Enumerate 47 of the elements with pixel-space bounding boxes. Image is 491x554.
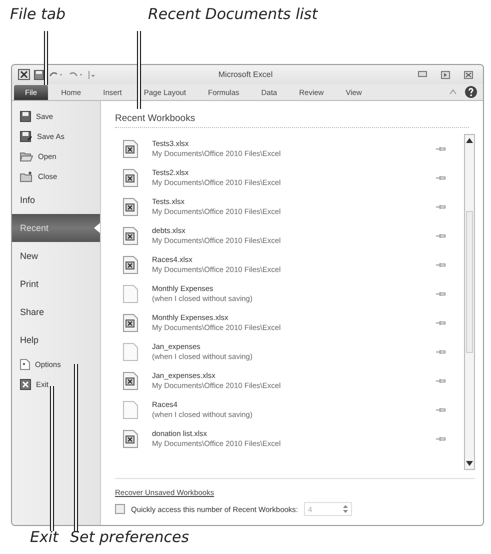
blank-file-icon: [123, 342, 138, 360]
spreadsheet-file-icon: [123, 226, 138, 244]
menu-item[interactable]: Help: [12, 326, 100, 354]
pin-icon[interactable]: [436, 290, 446, 296]
spreadsheet-file-icon: [123, 256, 138, 274]
blank-file-icon: [123, 400, 138, 418]
window-title: Microsoft Excel: [217, 70, 274, 79]
pin-icon[interactable]: [436, 378, 446, 384]
menu-item[interactable]: Share: [12, 298, 100, 326]
save-icon[interactable]: [34, 70, 44, 80]
scroll-up-icon[interactable]: [466, 138, 473, 143]
pin-icon[interactable]: [436, 406, 446, 412]
callout-label: Recent Documents list: [148, 5, 318, 23]
scrollbar[interactable]: [464, 134, 475, 470]
spreadsheet-file-icon: [123, 372, 138, 390]
callout-label: Exit: [30, 528, 58, 546]
close-icon[interactable]: [464, 70, 473, 78]
pin-icon[interactable]: [436, 320, 446, 326]
spreadsheet-file-icon: [123, 140, 138, 158]
spreadsheet-logo-icon[interactable]: [18, 69, 30, 80]
help-icon[interactable]: [465, 86, 477, 98]
document-icon: [20, 358, 30, 370]
pin-icon[interactable]: [436, 262, 446, 268]
menu-item[interactable]: New: [12, 242, 100, 270]
callout-label: Set preferences: [70, 528, 190, 546]
minimize-icon[interactable]: [418, 70, 427, 76]
pin-icon[interactable]: [436, 436, 446, 442]
blank-file-icon: [123, 284, 138, 302]
scroll-down-icon[interactable]: [466, 461, 473, 466]
spreadsheet-file-icon: [123, 430, 138, 448]
close-box-icon: [20, 378, 31, 390]
pin-icon[interactable]: [436, 204, 446, 210]
menu-item[interactable]: Print: [12, 270, 100, 298]
spreadsheet-file-icon: [123, 198, 138, 216]
pin-icon[interactable]: [436, 174, 446, 180]
collapse-ribbon-icon[interactable]: [449, 89, 457, 95]
callout-label: File tab: [10, 5, 66, 23]
spreadsheet-file-icon: [123, 168, 138, 186]
menu-item[interactable]: Info: [12, 186, 100, 214]
folder-icon: [20, 170, 33, 182]
pin-icon[interactable]: [436, 146, 446, 152]
pin-icon[interactable]: [436, 232, 446, 238]
spreadsheet-file-icon: [123, 314, 138, 332]
pin-icon[interactable]: [436, 348, 446, 354]
checkbox[interactable]: [115, 504, 125, 514]
folder-icon: [20, 150, 33, 162]
customize-caret-icon[interactable]: [88, 70, 96, 80]
